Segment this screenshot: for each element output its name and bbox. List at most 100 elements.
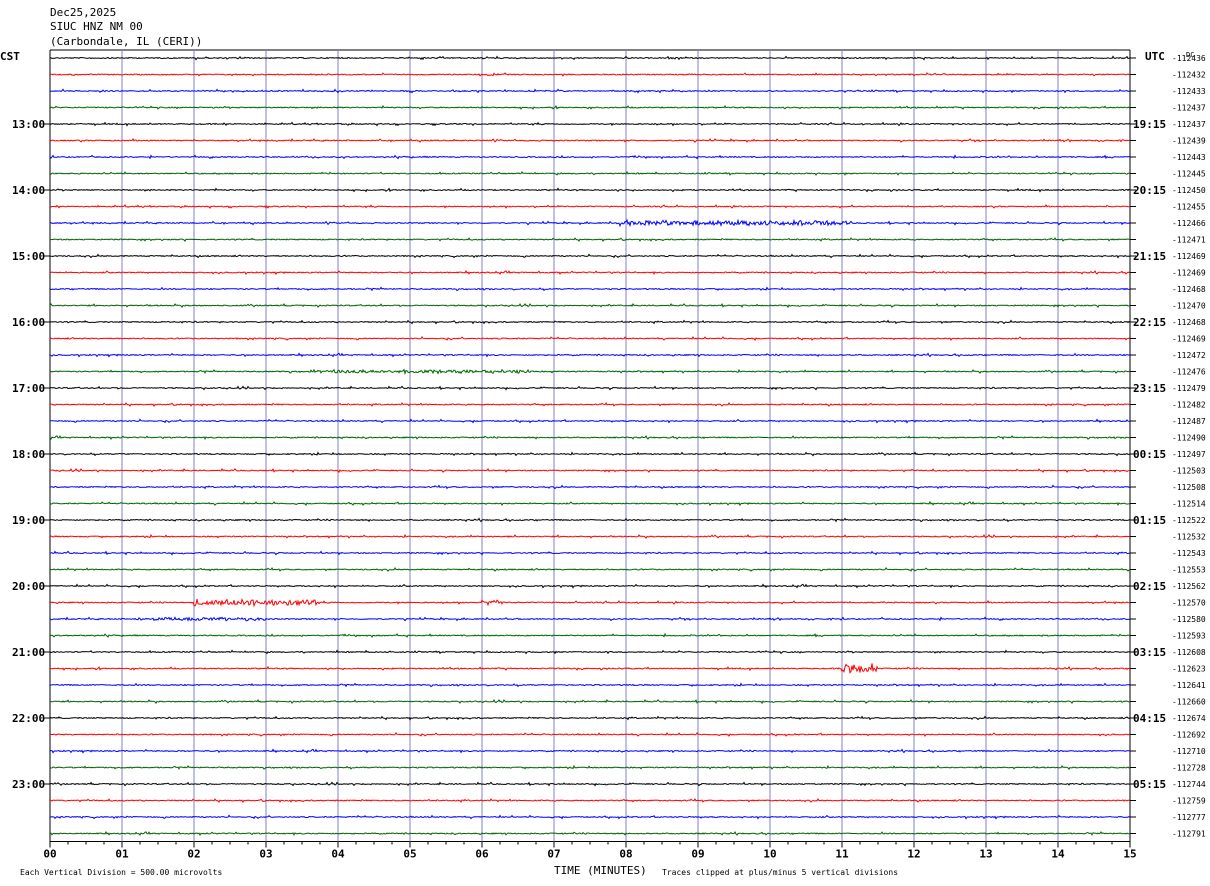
dc-offset-label: -112641: [1172, 681, 1206, 690]
dc-offset-label: -112593: [1172, 632, 1206, 641]
trace-line: [49, 616, 1131, 622]
x-tick-label: 08: [619, 848, 632, 861]
trace-line: [49, 418, 1131, 424]
dc-offset-label: -112445: [1172, 170, 1206, 179]
grid-layer: [49, 49, 1131, 848]
left-hour-label: 16:00: [12, 316, 45, 329]
dc-offset-label: -112469: [1172, 335, 1206, 344]
dc-offset-label: -112469: [1172, 252, 1206, 261]
x-tick-label: 01: [115, 848, 129, 861]
trace-line: [50, 451, 1131, 457]
trace-line: [50, 814, 1130, 820]
dc-offset-label: -112570: [1172, 599, 1206, 608]
left-hour-label: 17:00: [12, 382, 45, 395]
trace-line: [49, 682, 1131, 688]
dc-offset-label: -112497: [1172, 450, 1206, 459]
x-tick-label: 11: [835, 848, 849, 861]
x-tick-label: 04: [331, 848, 345, 861]
dc-offset-label: -112437: [1172, 104, 1206, 113]
dc-offset-label: -112450: [1172, 186, 1206, 195]
x-tick-label: 05: [403, 848, 416, 861]
trace-line: [49, 218, 1131, 228]
trace-line: [49, 517, 1131, 523]
trace-line: [49, 649, 1131, 655]
left-hour-label: 20:00: [12, 580, 45, 593]
right-hour-label: 00:15: [1133, 448, 1166, 461]
dc-offset-label: -112553: [1172, 566, 1206, 575]
x-tick-label: 10: [763, 848, 776, 861]
x-tick-label: 14: [1051, 848, 1065, 861]
x-tick-label: 12: [907, 848, 920, 861]
dc-offset-label: -112433: [1172, 87, 1206, 96]
dc-offset-label: -112468: [1172, 285, 1206, 294]
trace-line: [49, 72, 1131, 77]
dc-offset-label: -112466: [1172, 219, 1206, 228]
dc-offset-label: -112471: [1172, 236, 1206, 245]
trace-layer: [49, 55, 1131, 837]
trace-line: [50, 484, 1131, 490]
right-hour-label: 21:15: [1133, 250, 1166, 263]
right-hour-label: 19:15: [1133, 118, 1166, 131]
trace-line: [50, 368, 1131, 375]
x-tick-label: 00: [43, 848, 56, 861]
trace-line: [49, 467, 1131, 474]
left-hour-label: 18:00: [12, 448, 45, 461]
left-timezone-label: CST: [0, 50, 20, 63]
dc-offset-label: -112487: [1172, 417, 1206, 426]
right-hour-label: 05:15: [1133, 778, 1166, 791]
dc-offset-label: -112791: [1172, 830, 1206, 839]
trace-line: [49, 385, 1131, 391]
helicorder-chart: Dec25,2025 SIUC HNZ NM 00 (Carbondale, I…: [0, 6, 1206, 877]
dc-offset-label: -112437: [1172, 120, 1206, 129]
trace-line: [49, 401, 1131, 408]
left-hour-label: 21:00: [12, 646, 45, 659]
dc-offset-label: -112468: [1172, 318, 1206, 327]
right-hour-label: 01:15: [1133, 514, 1166, 527]
dc-offset-label: -112436: [1172, 54, 1206, 63]
dc-offset-label: -112608: [1172, 648, 1206, 657]
dc-offset-label: -112777: [1172, 813, 1206, 822]
trace-line: [49, 830, 1130, 837]
trace-line: [49, 187, 1131, 193]
dc-offset-label: -112479: [1172, 384, 1206, 393]
trace-line: [49, 435, 1130, 441]
trace-line: [49, 764, 1131, 770]
x-tick-label: 13: [979, 848, 992, 861]
dc-offset-label: -112759: [1172, 797, 1206, 806]
trace-line: [49, 104, 1131, 110]
dc-offset-label: -112514: [1172, 500, 1206, 509]
x-tick-label: 15: [1123, 848, 1136, 861]
x-tick-label: 07: [547, 848, 560, 861]
trace-line: [49, 253, 1131, 259]
left-hour-label: 13:00: [12, 118, 45, 131]
trace-line: [49, 170, 1131, 176]
x-axis-title: TIME (MINUTES): [554, 864, 647, 877]
trace-line: [49, 597, 1130, 608]
dc-offset-label: -112455: [1172, 203, 1206, 212]
left-hour-label: 22:00: [12, 712, 45, 725]
vertical-scale-note: Each Vertical Division = 500.00 microvol…: [20, 868, 222, 877]
right-timezone-label: UTC: [1145, 50, 1165, 63]
dc-offset-label: -112482: [1172, 401, 1206, 410]
dc-offset-label: -112744: [1172, 780, 1206, 789]
trace-line: [49, 797, 1131, 804]
trace-line: [49, 319, 1131, 325]
left-hour-label: 19:00: [12, 514, 45, 527]
right-hour-label: 22:15: [1133, 316, 1166, 329]
date-label: Dec25,2025: [50, 6, 116, 19]
trace-line: [49, 352, 1131, 358]
trace-line: [49, 121, 1131, 127]
trace-line: [49, 204, 1131, 210]
x-tick-label: 09: [691, 848, 704, 861]
trace-line: [49, 663, 1131, 674]
right-hour-label: 23:15: [1133, 382, 1166, 395]
trace-line: [50, 566, 1131, 572]
dc-offset-label: -112710: [1172, 747, 1206, 756]
dc-offset-label: -112472: [1172, 351, 1206, 360]
trace-line: [49, 286, 1131, 292]
trace-line: [49, 88, 1131, 94]
dc-offset-label: -112432: [1172, 71, 1206, 80]
dc-offset-label: -112543: [1172, 549, 1206, 558]
trace-line: [50, 550, 1131, 556]
right-hour-label: 20:15: [1133, 184, 1166, 197]
